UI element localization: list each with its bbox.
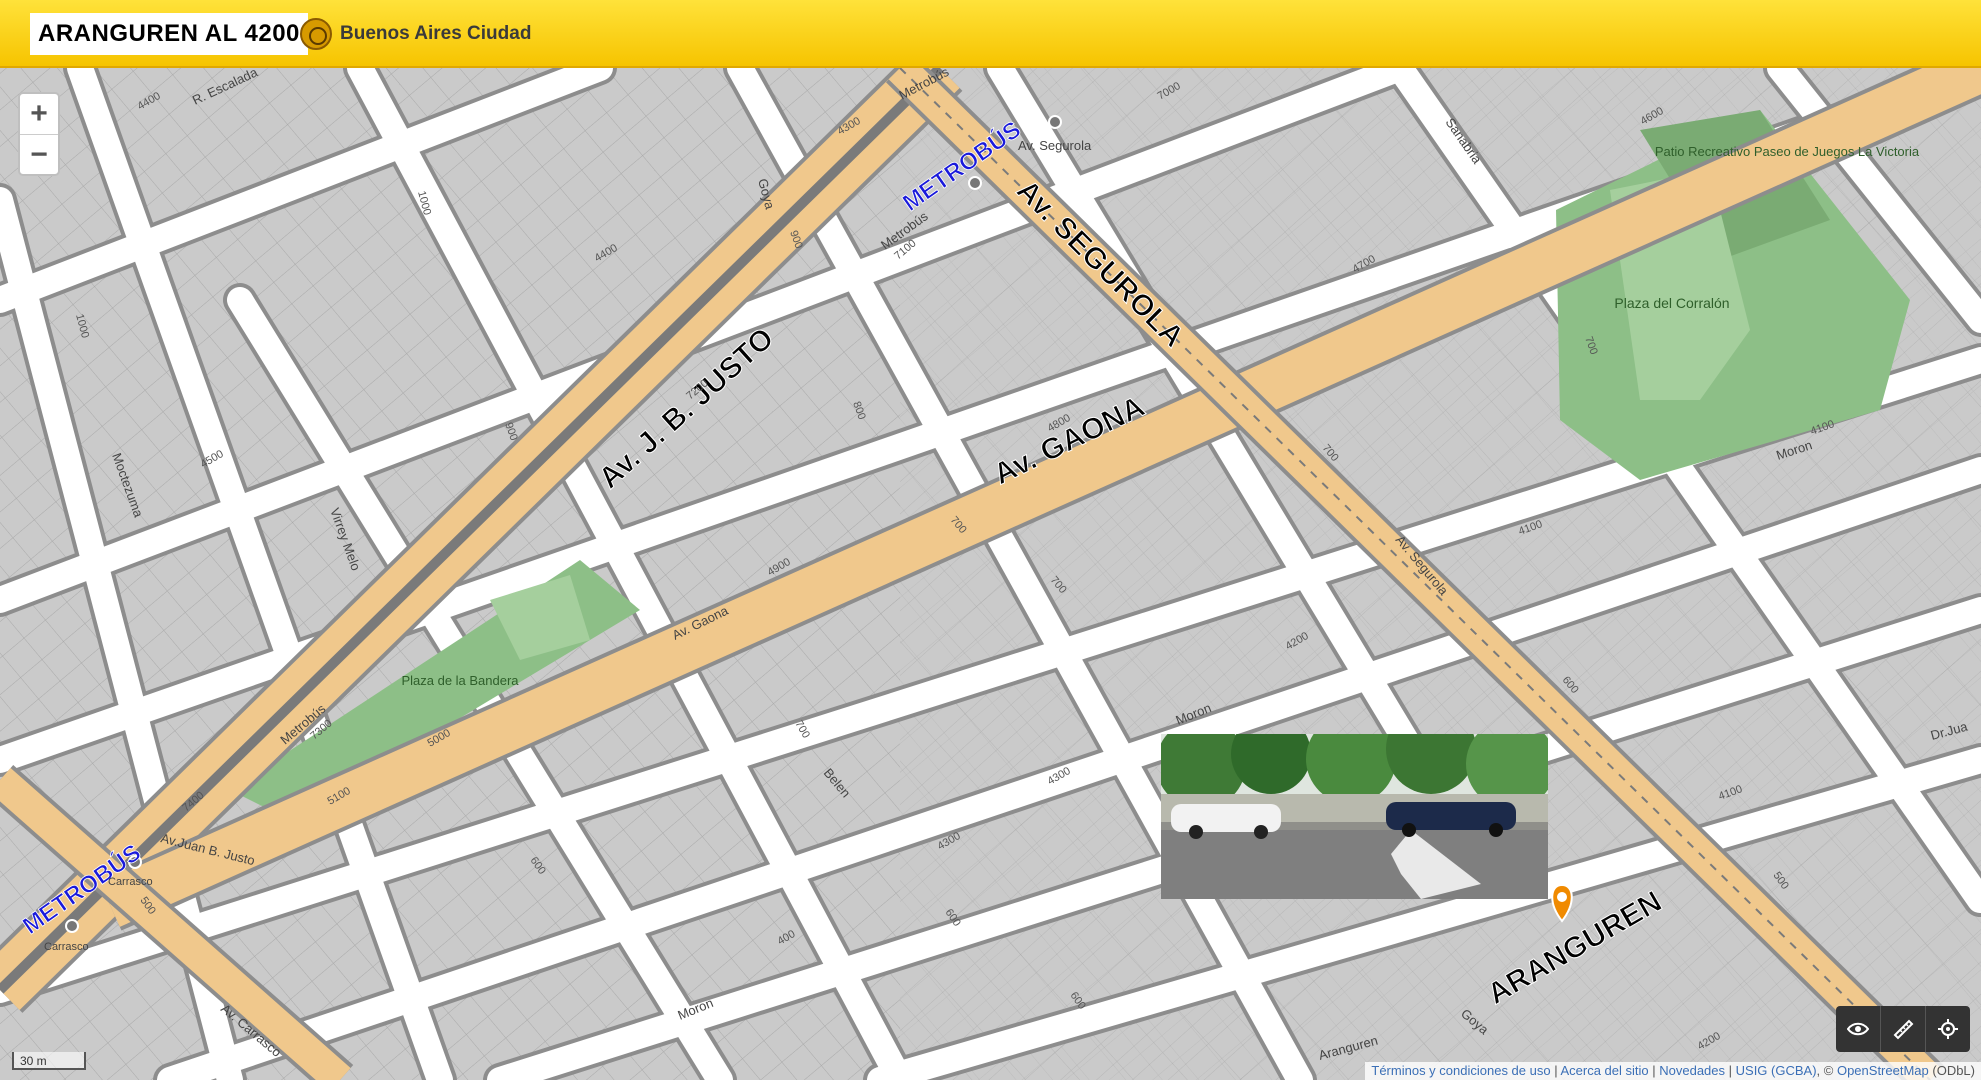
header-bar: ARANGUREN AL 4200 Buenos Aires Ciudad: [0, 0, 1981, 68]
separator: |: [1648, 1063, 1660, 1078]
zoom-out-button[interactable]: −: [20, 135, 58, 175]
map-canvas[interactable]: Av. J. B. JUSTO Av. SEGUROLA Av. GAONA A…: [0, 68, 1981, 1080]
brand[interactable]: Buenos Aires Ciudad: [300, 16, 531, 52]
metrobus-stop-icon[interactable]: [65, 919, 79, 933]
usig-link[interactable]: USIG (GCBA): [1736, 1063, 1817, 1078]
address-title: ARANGUREN AL 4200: [30, 13, 308, 55]
eye-icon: [1847, 1022, 1869, 1036]
street-view-photo[interactable]: [1161, 734, 1548, 899]
zoom-control: + −: [18, 92, 60, 176]
park-label-victoria: Patio Recreativo Paseo de Juegos La Vict…: [1655, 144, 1920, 159]
park-label-corralon: Plaza del Corralón: [1614, 295, 1729, 311]
map-tools: [1836, 1006, 1970, 1052]
street-view-button[interactable]: [1836, 1006, 1881, 1052]
measure-button[interactable]: [1881, 1006, 1926, 1052]
metrobus-stop-icon[interactable]: [1048, 115, 1062, 129]
street-carrasco: Carrasco: [108, 876, 153, 888]
separator: |: [1550, 1063, 1561, 1078]
odbl-license: (ODbL): [1932, 1063, 1975, 1078]
osm-link[interactable]: OpenStreetMap: [1837, 1063, 1929, 1078]
attribution-footer: Términos y condiciones de uso | Acerca d…: [1365, 1062, 1981, 1080]
address-title-text: ARANGUREN AL 4200: [38, 20, 300, 47]
about-link[interactable]: Acerca del sitio: [1560, 1063, 1648, 1078]
brand-text: Buenos Aires Ciudad: [340, 23, 532, 44]
news-link[interactable]: Novedades: [1659, 1063, 1725, 1078]
street-av-segurola: Av. Segurola: [1018, 138, 1092, 153]
city-logo-icon: [300, 18, 332, 50]
separator: |: [1725, 1063, 1736, 1078]
copyright: , ©: [1816, 1063, 1837, 1078]
crosshair-icon: [1938, 1019, 1958, 1039]
ruler-icon: [1893, 1019, 1914, 1040]
metrobus-stop-icon[interactable]: [968, 176, 982, 190]
locate-button[interactable]: [1926, 1006, 1970, 1052]
zoom-in-button[interactable]: +: [20, 94, 58, 135]
terms-link[interactable]: Términos y condiciones de uso: [1371, 1063, 1550, 1078]
scale-bar: 30 m: [12, 1052, 86, 1070]
park-label-bandera: Plaza de la Bandera: [401, 673, 519, 688]
street-carrasco: Carrasco: [44, 941, 89, 953]
